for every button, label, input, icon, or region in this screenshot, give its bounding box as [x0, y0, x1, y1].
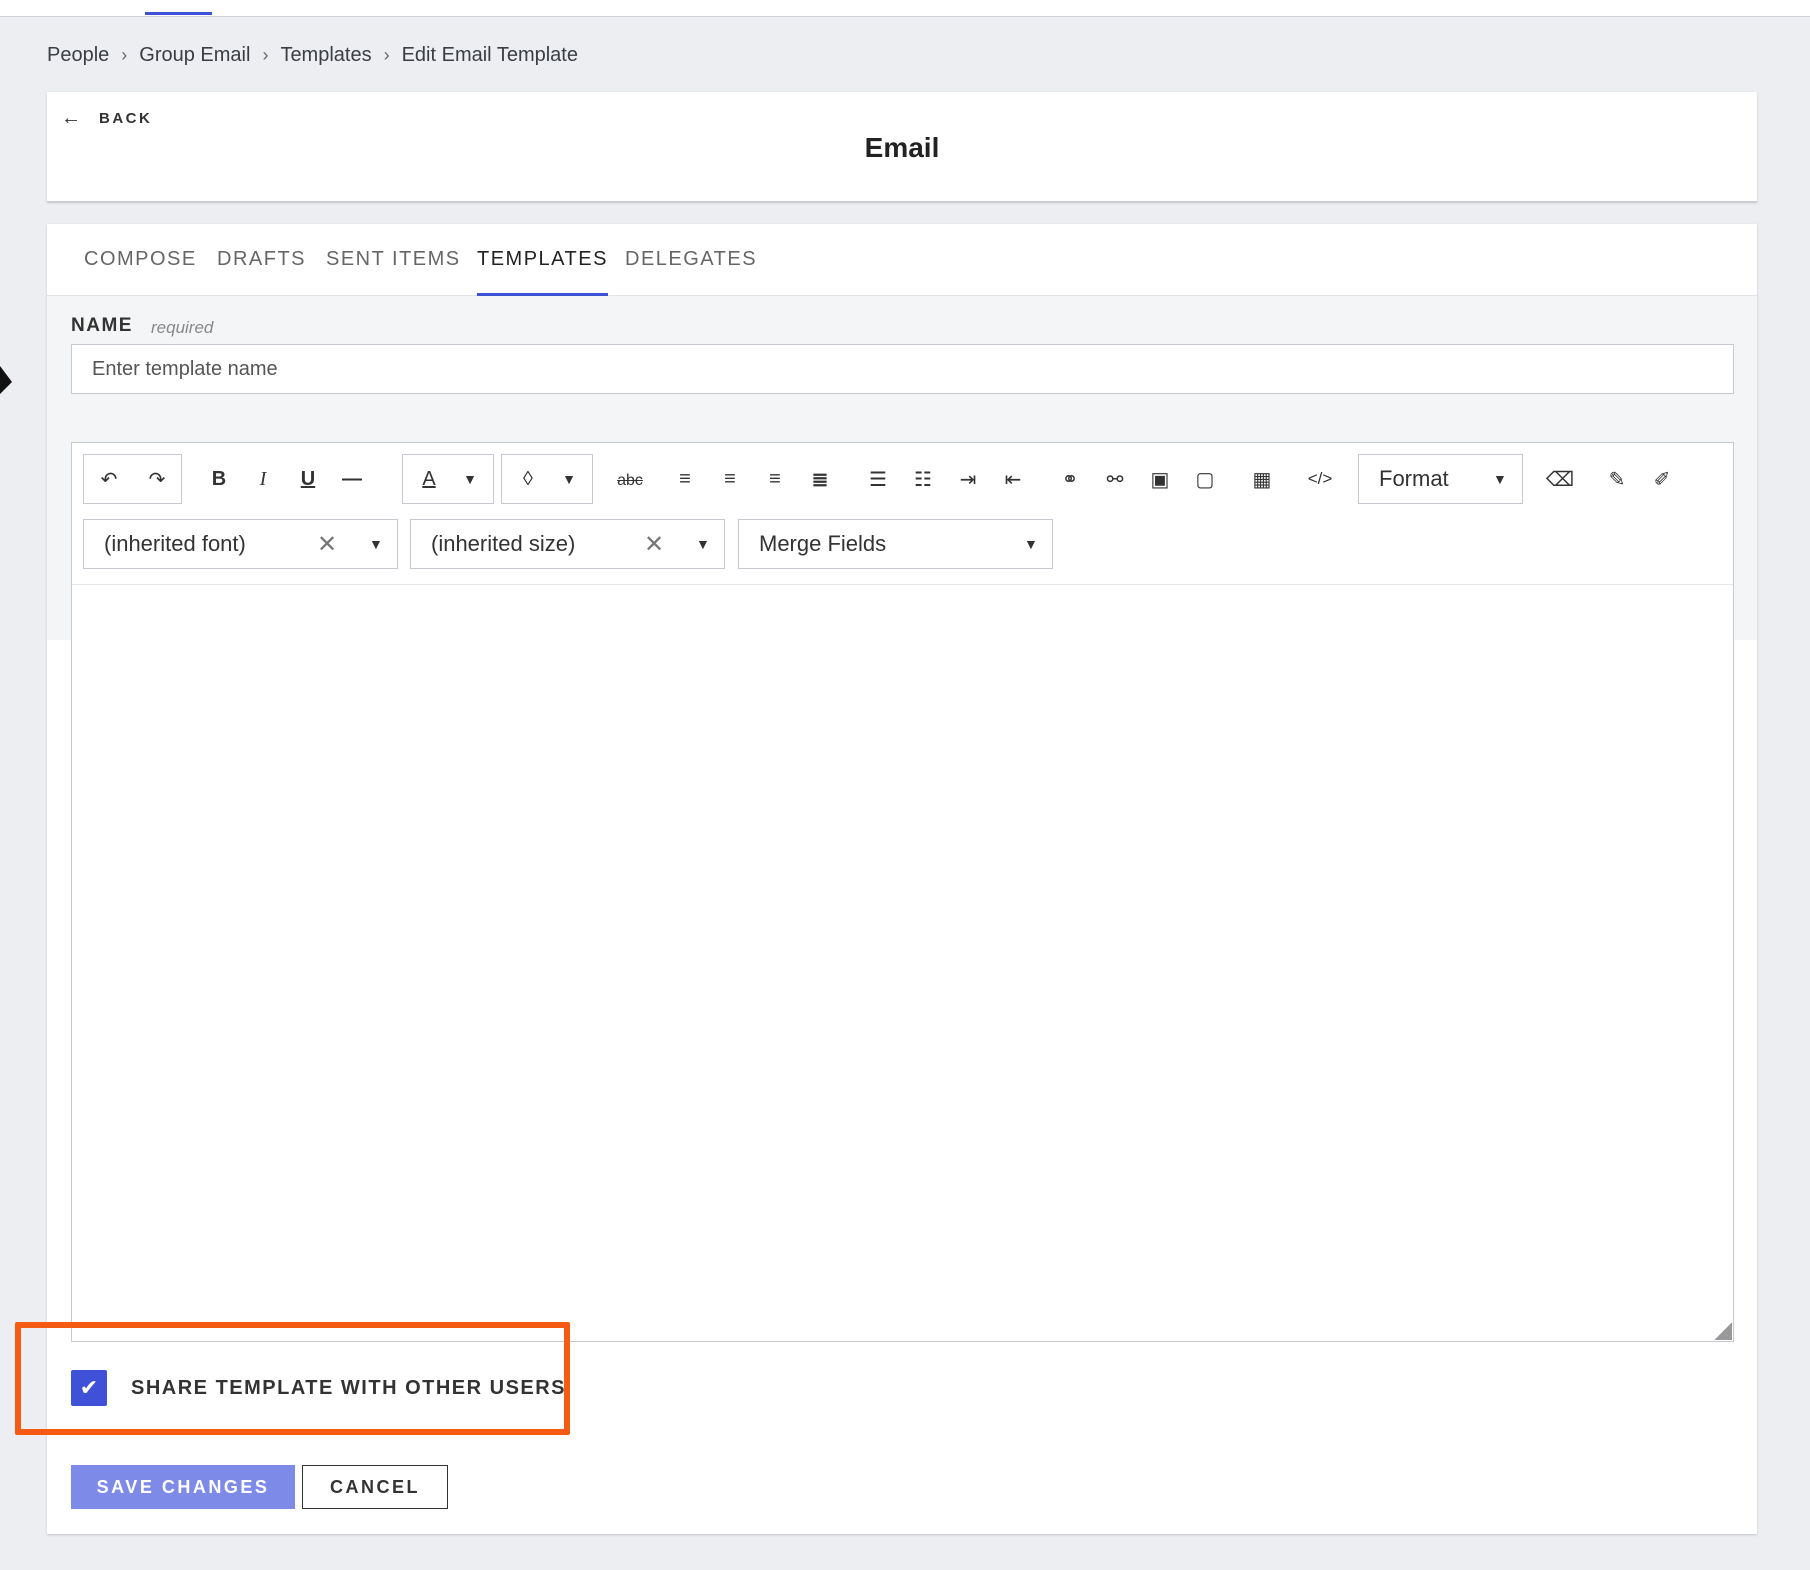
caret-down-icon[interactable]: ▼: [547, 456, 591, 502]
font-family-value: (inherited font): [104, 531, 246, 556]
breadcrumb-people[interactable]: People: [47, 44, 109, 67]
chevron-right-icon: ›: [383, 44, 390, 65]
tab-templates[interactable]: TEMPLATES: [477, 248, 608, 296]
page-title: Email: [864, 132, 940, 163]
top-nav-active-indicator: [145, 12, 212, 15]
back-label: BACK: [99, 110, 153, 127]
indent-icon[interactable]: ⇥: [946, 456, 990, 502]
italic-icon[interactable]: I: [241, 456, 285, 502]
align-right-icon[interactable]: ≡: [753, 456, 797, 502]
font-size-select[interactable]: (inherited size) ✕ ▼: [410, 519, 725, 569]
rich-text-editor[interactable]: ↶ ↷ B I U — A ▼ ◊ ▼ abc ≡ ≡ ≡ ≣ ☰ ☷ ⇥ ⇤ …: [71, 442, 1734, 1342]
breadcrumb: People › Group Email › Templates › Edit …: [47, 40, 578, 70]
format-painter-icon[interactable]: ✎: [1595, 456, 1639, 502]
tab-compose[interactable]: COMPOSE: [84, 248, 197, 296]
tab-drafts[interactable]: DRAFTS: [217, 248, 306, 296]
image-icon[interactable]: ▣: [1138, 456, 1182, 502]
top-nav-bar: [0, 0, 1810, 17]
clear-formatting-icon[interactable]: ⌫: [1538, 456, 1582, 502]
font-size-value: (inherited size): [431, 531, 576, 556]
text-color-icon[interactable]: A: [407, 456, 451, 502]
align-center-icon[interactable]: ≡: [708, 456, 752, 502]
link-icon[interactable]: ⚭: [1048, 456, 1092, 502]
droplet-icon[interactable]: ◊: [506, 456, 550, 502]
underline-icon[interactable]: U: [286, 456, 330, 502]
breadcrumb-current: Edit Email Template: [401, 43, 578, 66]
merge-fields-select[interactable]: Merge Fields ▼: [738, 519, 1053, 569]
editor-toolbar: ↶ ↷ B I U — A ▼ ◊ ▼ abc ≡ ≡ ≡ ≣ ☰ ☷ ⇥ ⇤ …: [72, 443, 1733, 585]
caret-down-icon: ▼: [696, 536, 710, 552]
strikethrough-icon[interactable]: abc: [608, 458, 652, 504]
font-family-select[interactable]: (inherited font) ✕ ▼: [83, 519, 398, 569]
format-select-value: Format: [1379, 466, 1449, 491]
align-justify-icon[interactable]: ≣: [798, 456, 842, 502]
back-button[interactable]: ← BACK: [61, 107, 152, 130]
required-hint: required: [151, 318, 214, 337]
merge-fields-value: Merge Fields: [759, 531, 887, 556]
numbered-list-icon[interactable]: ☷: [901, 456, 945, 502]
resize-handle[interactable]: [1714, 1322, 1732, 1340]
clear-icon[interactable]: ✕: [644, 530, 664, 559]
breadcrumb-templates[interactable]: Templates: [280, 44, 371, 67]
template-name-input[interactable]: [71, 344, 1734, 394]
arrow-left-icon: ←: [61, 107, 81, 129]
cancel-button[interactable]: CANCEL: [302, 1465, 448, 1509]
format-select[interactable]: Format ▼: [1358, 454, 1523, 504]
horizontal-rule-icon[interactable]: —: [330, 456, 374, 502]
clear-icon[interactable]: ✕: [317, 530, 337, 559]
name-label: NAME: [71, 315, 133, 336]
header-card: ← BACK Email: [47, 92, 1757, 202]
bold-icon[interactable]: B: [197, 456, 241, 502]
table-icon[interactable]: ▦: [1240, 456, 1284, 502]
insert-file-icon[interactable]: ▢: [1183, 456, 1227, 502]
highlight-annotation-box: [15, 1322, 570, 1435]
breadcrumb-group-email[interactable]: Group Email: [139, 44, 250, 67]
redo-icon[interactable]: ↷: [135, 456, 179, 502]
source-code-icon[interactable]: </>: [1298, 456, 1342, 502]
tab-sent-items[interactable]: SENT ITEMS: [326, 248, 461, 296]
chevron-right-icon: ›: [262, 44, 269, 65]
bullet-list-icon[interactable]: ☰: [856, 456, 900, 502]
align-left-icon[interactable]: ≡: [663, 456, 707, 502]
outdent-icon[interactable]: ⇤: [991, 456, 1035, 502]
caret-down-icon: ▼: [1493, 471, 1507, 487]
mouse-cursor-icon: [0, 366, 12, 394]
caret-down-icon: ▼: [1024, 536, 1038, 552]
paint-brush-icon[interactable]: ✐: [1640, 456, 1684, 502]
tab-delegates[interactable]: DELEGATES: [625, 248, 757, 296]
undo-icon[interactable]: ↶: [87, 456, 131, 502]
chevron-right-icon: ›: [121, 44, 128, 65]
save-changes-button[interactable]: SAVE CHANGES: [71, 1465, 295, 1509]
editor-content-area[interactable]: [72, 586, 1733, 1341]
caret-down-icon[interactable]: ▼: [448, 456, 492, 502]
caret-down-icon: ▼: [369, 536, 383, 552]
unlink-icon[interactable]: ⚯: [1093, 456, 1137, 502]
tab-bar: COMPOSE DRAFTS SENT ITEMS TEMPLATES DELE…: [47, 224, 1757, 296]
